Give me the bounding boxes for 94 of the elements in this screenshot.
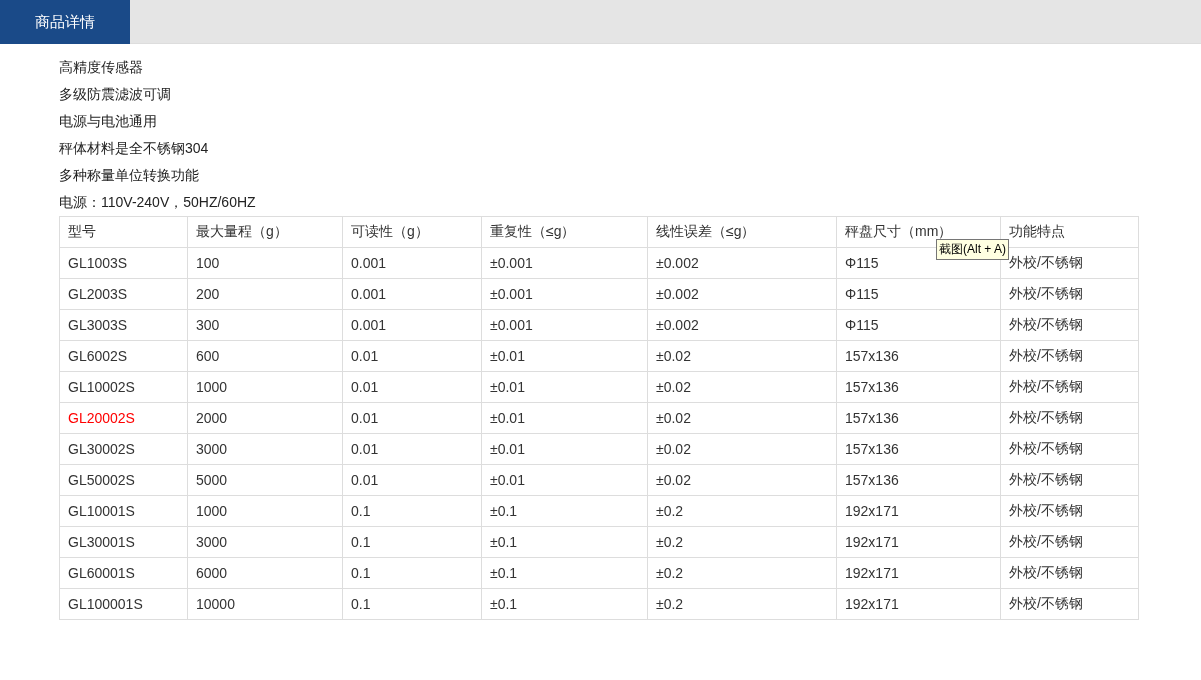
- table-cell: GL2003S: [59, 278, 188, 310]
- table-cell: ±0.01: [481, 340, 648, 372]
- table-cell: ±0.1: [481, 557, 648, 589]
- table-cell: 0.01: [342, 340, 482, 372]
- table-cell: ±0.2: [647, 588, 837, 620]
- column-header: 可读性（g）: [342, 216, 482, 248]
- table-cell: ±0.002: [647, 247, 837, 279]
- table-cell: ±0.1: [481, 495, 648, 527]
- table-cell: 5000: [187, 464, 343, 496]
- table-cell: 157x136: [836, 402, 1001, 434]
- table-cell: GL50002S: [59, 464, 188, 496]
- table-cell: ±0.2: [647, 557, 837, 589]
- table-cell: 157x136: [836, 340, 1001, 372]
- feature-text: 高精度传感器: [59, 58, 144, 77]
- column-header: 重复性（≤g）: [481, 216, 648, 248]
- table-cell: 192x171: [836, 526, 1001, 558]
- table-cell: ±0.2: [647, 526, 837, 558]
- table-cell: 外校/不锈钢: [1000, 309, 1139, 341]
- table-cell: 300: [187, 309, 343, 341]
- table-cell: 0.1: [342, 495, 482, 527]
- table-cell: GL10002S: [59, 371, 188, 403]
- feature-text: 电源：110V-240V，50HZ/60HZ: [59, 193, 257, 212]
- table-cell: ±0.1: [481, 526, 648, 558]
- table-cell: ±0.02: [647, 340, 837, 372]
- table-cell: 0.001: [342, 278, 482, 310]
- table-cell: GL1003S: [59, 247, 188, 279]
- table-cell: ±0.01: [481, 464, 648, 496]
- table-cell: 0.01: [342, 371, 482, 403]
- table-cell: ±0.001: [481, 247, 648, 279]
- table-cell: ±0.001: [481, 309, 648, 341]
- feature-text: 多种称量单位转换功能: [59, 166, 200, 185]
- table-cell: 192x171: [836, 495, 1001, 527]
- table-cell: 0.1: [342, 557, 482, 589]
- feature-text: 秤体材料是全不锈钢304: [59, 139, 210, 158]
- table-cell: 外校/不锈钢: [1000, 588, 1139, 620]
- table-cell: GL20002S: [59, 402, 188, 434]
- table-cell: 600: [187, 340, 343, 372]
- table-cell: 6000: [187, 557, 343, 589]
- table-cell: 0.001: [342, 247, 482, 279]
- table-cell: 1000: [187, 371, 343, 403]
- table-cell: 外校/不锈钢: [1000, 402, 1139, 434]
- table-cell: 外校/不锈钢: [1000, 495, 1139, 527]
- table-cell: 0.01: [342, 433, 482, 465]
- table-cell: ±0.02: [647, 433, 837, 465]
- table-cell: 外校/不锈钢: [1000, 557, 1139, 589]
- table-cell: ±0.1: [481, 588, 648, 620]
- table-cell: ±0.01: [481, 433, 648, 465]
- column-header: 型号: [59, 216, 188, 248]
- table-cell: 200: [187, 278, 343, 310]
- feature-text: 多级防震滤波可调: [59, 85, 172, 104]
- table-cell: 3000: [187, 526, 343, 558]
- table-cell: ±0.002: [647, 309, 837, 341]
- table-cell: 192x171: [836, 588, 1001, 620]
- table-cell: 外校/不锈钢: [1000, 464, 1139, 496]
- table-cell: ±0.02: [647, 464, 837, 496]
- table-cell: GL6002S: [59, 340, 188, 372]
- table-cell: GL100001S: [59, 588, 188, 620]
- table-cell: ±0.01: [481, 371, 648, 403]
- feature-text: 电源与电池通用: [59, 112, 158, 131]
- table-cell: 157x136: [836, 433, 1001, 465]
- table-cell: GL10001S: [59, 495, 188, 527]
- table-cell: ±0.002: [647, 278, 837, 310]
- table-cell: 192x171: [836, 557, 1001, 589]
- column-header: 线性误差（≤g）: [647, 216, 837, 248]
- table-cell: GL30002S: [59, 433, 188, 465]
- table-cell: 0.01: [342, 402, 482, 434]
- table-cell: 3000: [187, 433, 343, 465]
- table-cell: ±0.001: [481, 278, 648, 310]
- table-cell: 外校/不锈钢: [1000, 278, 1139, 310]
- table-cell: 2000: [187, 402, 343, 434]
- column-header: 最大量程（g）: [187, 216, 343, 248]
- table-cell: 0.1: [342, 588, 482, 620]
- table-cell: 0.1: [342, 526, 482, 558]
- table-cell: 10000: [187, 588, 343, 620]
- table-cell: 外校/不锈钢: [1000, 371, 1139, 403]
- table-cell: GL30001S: [59, 526, 188, 558]
- table-cell: GL3003S: [59, 309, 188, 341]
- table-cell: 外校/不锈钢: [1000, 340, 1139, 372]
- table-cell: 100: [187, 247, 343, 279]
- table-cell: ±0.02: [647, 371, 837, 403]
- table-cell: Φ115: [836, 309, 1001, 341]
- table-cell: Φ115: [836, 278, 1001, 310]
- table-cell: ±0.01: [481, 402, 648, 434]
- table-cell: 外校/不锈钢: [1000, 526, 1139, 558]
- table-cell: 0.01: [342, 464, 482, 496]
- tab[interactable]: 商品详情: [0, 0, 130, 44]
- table-cell: 157x136: [836, 464, 1001, 496]
- table-cell: GL60001S: [59, 557, 188, 589]
- table-cell: ±0.02: [647, 402, 837, 434]
- table-cell: 157x136: [836, 371, 1001, 403]
- table-cell: 0.001: [342, 309, 482, 341]
- table-cell: 外校/不锈钢: [1000, 433, 1139, 465]
- table-cell: ±0.2: [647, 495, 837, 527]
- table-cell: 1000: [187, 495, 343, 527]
